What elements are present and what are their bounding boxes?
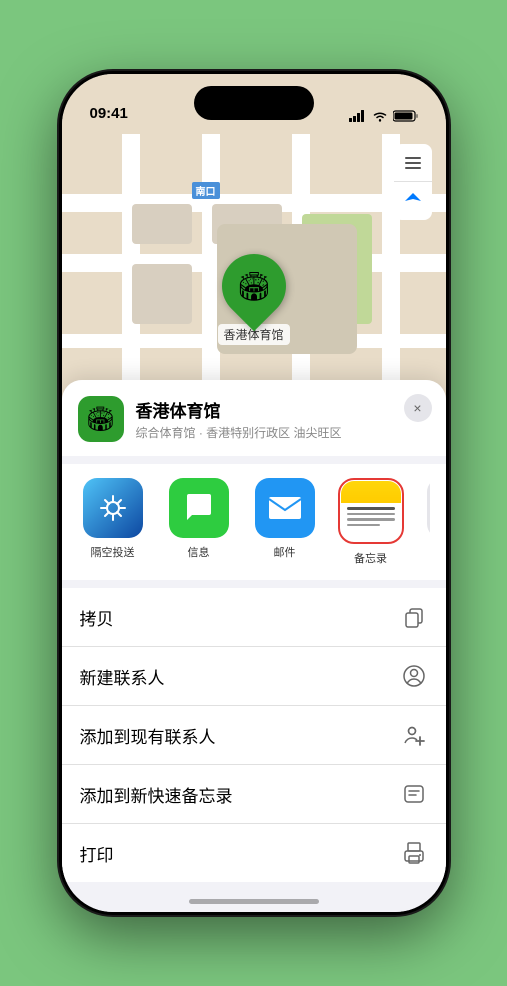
nankou-label: 南口: [192, 182, 220, 199]
mail-label: 邮件: [274, 544, 296, 560]
share-messages[interactable]: 信息: [164, 478, 234, 566]
share-more[interactable]: 推: [422, 478, 430, 566]
phone-screen: 09:41: [62, 74, 446, 912]
action-list: 拷贝 新建联系人: [62, 588, 446, 882]
share-notes[interactable]: 备忘录: [336, 478, 406, 566]
action-copy-label: 拷贝: [80, 605, 114, 630]
airdrop-label: 隔空投送: [91, 544, 135, 560]
share-airdrop[interactable]: 隔空投送: [78, 478, 148, 566]
map-type-button[interactable]: [394, 144, 432, 182]
action-new-contact-label: 新建联系人: [80, 664, 165, 689]
action-quick-note-label: 添加到新快速备忘录: [80, 782, 233, 807]
airdrop-icon: [83, 478, 143, 538]
battery-icon: [393, 110, 418, 122]
nankou-badge: 南口: [192, 182, 220, 199]
close-button[interactable]: ×: [404, 394, 432, 422]
venue-name: 香港体育馆: [136, 397, 430, 422]
more-icon: [427, 478, 430, 538]
notes-label: 备忘录: [354, 550, 387, 566]
person-add-icon: [400, 721, 428, 749]
home-indicator: [189, 899, 319, 904]
dynamic-island: [194, 86, 314, 120]
bottom-sheet: 🏟 香港体育馆 综合体育馆 · 香港特别行政区 油尖旺区 ×: [62, 380, 446, 912]
venue-subtitle: 综合体育馆 · 香港特别行政区 油尖旺区: [136, 424, 430, 441]
share-scroll: 隔空投送 信息: [78, 478, 430, 566]
mail-icon: [255, 478, 315, 538]
venue-info: 香港体育馆 综合体育馆 · 香港特别行政区 油尖旺区: [136, 397, 430, 441]
pin-icon: 🏟: [236, 270, 272, 303]
notes-icon: [341, 481, 401, 541]
status-icons: [349, 110, 418, 122]
status-time: 09:41: [90, 105, 128, 122]
action-print[interactable]: 打印: [62, 824, 446, 882]
share-row: 隔空投送 信息: [62, 464, 446, 580]
action-add-contact[interactable]: 添加到现有联系人: [62, 706, 446, 765]
action-copy[interactable]: 拷贝: [62, 588, 446, 647]
messages-label: 信息: [188, 544, 210, 560]
wifi-icon: [372, 110, 388, 122]
pin-background: 🏟: [208, 241, 299, 332]
share-mail[interactable]: 邮件: [250, 478, 320, 566]
map-controls[interactable]: [394, 144, 432, 220]
map-layers-icon: [403, 153, 423, 173]
action-quick-note[interactable]: 添加到新快速备忘录: [62, 765, 446, 824]
messages-icon: [169, 478, 229, 538]
location-arrow-icon: [404, 192, 422, 210]
action-new-contact[interactable]: 新建联系人: [62, 647, 446, 706]
bottom-spacer: [62, 882, 446, 912]
copy-icon: [400, 603, 428, 631]
venue-header: 🏟 香港体育馆 综合体育馆 · 香港特别行政区 油尖旺区 ×: [62, 380, 446, 456]
action-print-label: 打印: [80, 841, 114, 866]
action-add-contact-label: 添加到现有联系人: [80, 723, 216, 748]
person-circle-icon: [400, 662, 428, 690]
venue-icon: 🏟: [78, 396, 124, 442]
signal-icon: [349, 110, 367, 122]
location-button[interactable]: [394, 182, 432, 220]
quick-note-icon: [400, 780, 428, 808]
printer-icon: [400, 839, 428, 867]
location-pin: 🏟 香港体育馆: [217, 254, 289, 345]
phone-frame: 09:41: [59, 71, 449, 915]
